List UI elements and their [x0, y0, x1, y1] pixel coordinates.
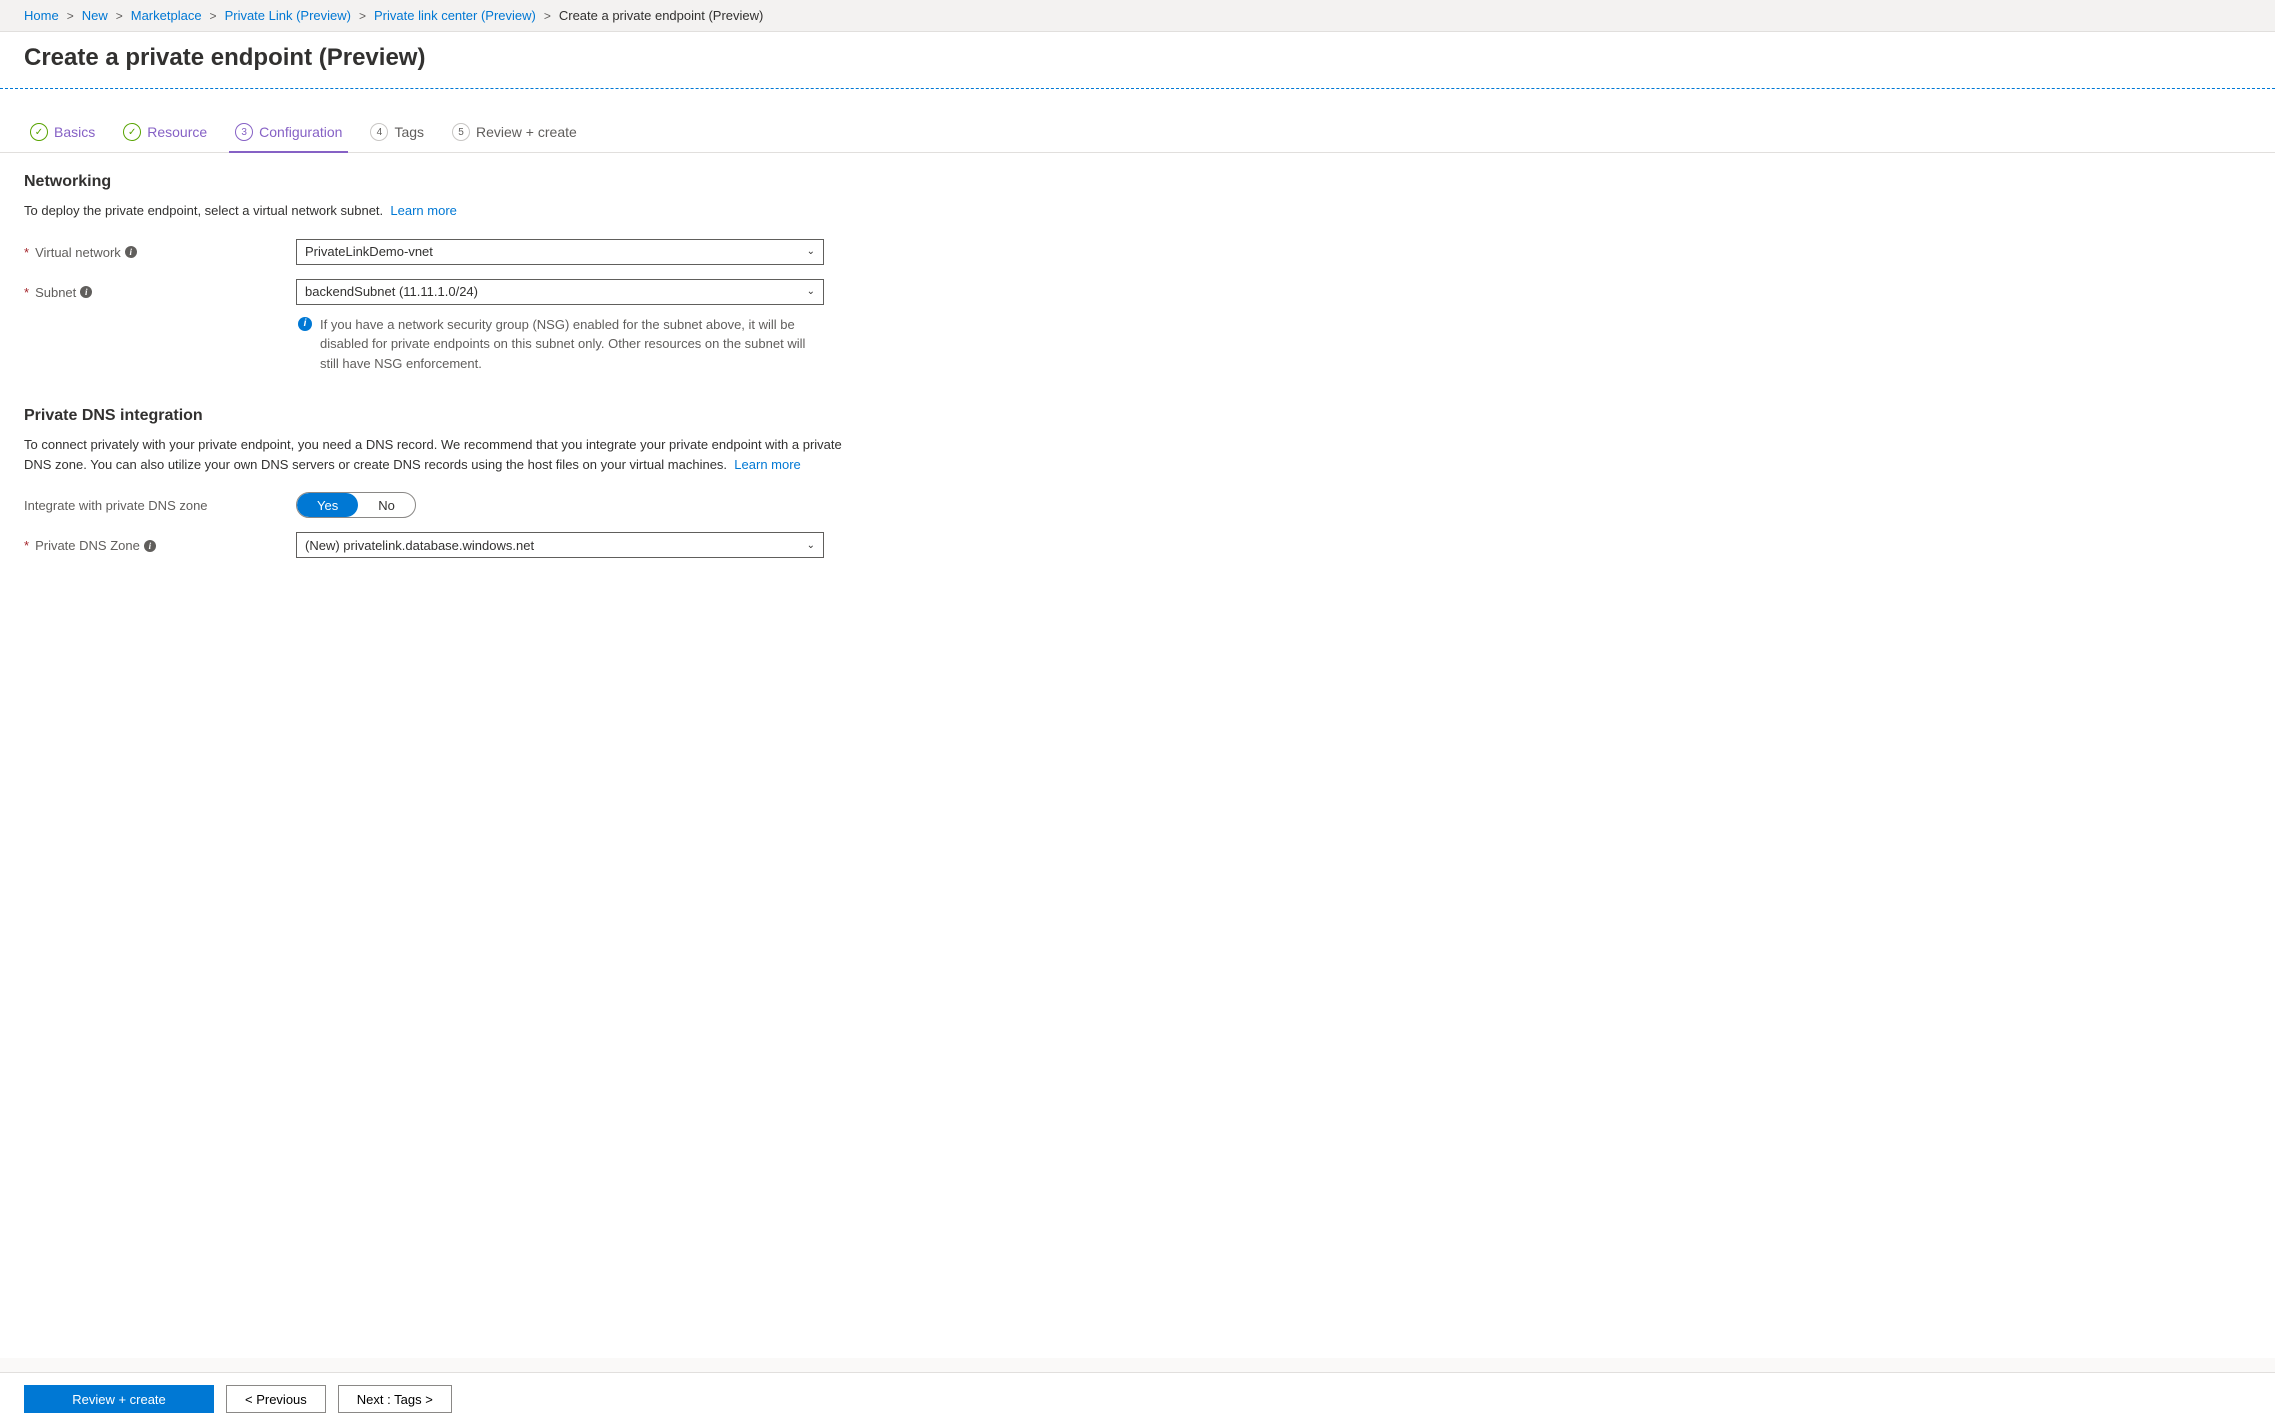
info-icon[interactable]: i — [125, 246, 137, 258]
previous-button[interactable]: < Previous — [226, 1385, 326, 1413]
tab-label: Review + create — [476, 124, 577, 140]
dns-description: To connect privately with your private e… — [24, 435, 844, 474]
networking-section: Networking To deploy the private endpoin… — [0, 153, 900, 373]
vnet-selected-value: PrivateLinkDemo-vnet — [305, 244, 433, 259]
vnet-label: * Virtual network i — [24, 239, 296, 260]
breadcrumb-marketplace[interactable]: Marketplace — [131, 8, 202, 23]
check-icon: ✓ — [123, 123, 141, 141]
chevron-right-icon: > — [210, 9, 217, 23]
dns-section: Private DNS integration To connect priva… — [0, 387, 900, 558]
check-icon: ✓ — [30, 123, 48, 141]
networking-description: To deploy the private endpoint, select a… — [24, 201, 844, 221]
tab-label: Configuration — [259, 124, 342, 140]
footer-actions: Review + create < Previous Next : Tags > — [0, 1372, 2275, 1425]
tab-basics[interactable]: ✓ Basics — [24, 113, 101, 153]
tab-resource[interactable]: ✓ Resource — [117, 113, 213, 153]
integrate-dns-toggle[interactable]: Yes No — [296, 492, 416, 518]
dns-learn-more-link[interactable]: Learn more — [734, 457, 800, 472]
chevron-right-icon: > — [359, 9, 366, 23]
info-icon: i — [298, 317, 312, 331]
tab-review-create[interactable]: 5 Review + create — [446, 113, 583, 153]
step-number-icon: 5 — [452, 123, 470, 141]
subnet-selected-value: backendSubnet (11.11.1.0/24) — [305, 284, 478, 299]
step-number-icon: 4 — [370, 123, 388, 141]
review-create-button[interactable]: Review + create — [24, 1385, 214, 1413]
vnet-select[interactable]: PrivateLinkDemo-vnet ⌄ — [296, 239, 824, 265]
networking-heading: Networking — [24, 173, 876, 191]
chevron-right-icon: > — [67, 9, 74, 23]
tab-label: Resource — [147, 124, 207, 140]
info-icon[interactable]: i — [80, 286, 92, 298]
subnet-label: * Subnet i — [24, 279, 296, 300]
required-indicator: * — [24, 245, 29, 260]
dns-zone-select[interactable]: (New) privatelink.database.windows.net ⌄ — [296, 532, 824, 558]
tab-label: Tags — [394, 124, 424, 140]
subnet-select[interactable]: backendSubnet (11.11.1.0/24) ⌄ — [296, 279, 824, 305]
breadcrumb-new[interactable]: New — [82, 8, 108, 23]
dns-zone-label: * Private DNS Zone i — [24, 532, 296, 553]
chevron-right-icon: > — [116, 9, 123, 23]
required-indicator: * — [24, 285, 29, 300]
subnet-note: i If you have a network security group (… — [296, 315, 806, 374]
chevron-right-icon: > — [544, 9, 551, 23]
tab-label: Basics — [54, 124, 95, 140]
networking-learn-more-link[interactable]: Learn more — [390, 203, 456, 218]
breadcrumb-current: Create a private endpoint (Preview) — [559, 8, 764, 23]
next-button[interactable]: Next : Tags > — [338, 1385, 452, 1413]
tab-configuration[interactable]: 3 Configuration — [229, 113, 348, 153]
breadcrumb: Home > New > Marketplace > Private Link … — [0, 0, 2275, 32]
toggle-no[interactable]: No — [358, 493, 415, 517]
page-title: Create a private endpoint (Preview) — [0, 32, 2275, 88]
integrate-dns-label: Integrate with private DNS zone — [24, 492, 296, 513]
tab-tags[interactable]: 4 Tags — [364, 113, 430, 153]
chevron-down-icon: ⌄ — [807, 540, 815, 551]
breadcrumb-private-link-center[interactable]: Private link center (Preview) — [374, 8, 536, 23]
breadcrumb-home[interactable]: Home — [24, 8, 59, 23]
step-number-icon: 3 — [235, 123, 253, 141]
required-indicator: * — [24, 538, 29, 553]
toggle-yes[interactable]: Yes — [297, 493, 358, 517]
wizard-tabs: ✓ Basics ✓ Resource 3 Configuration 4 Ta… — [0, 113, 2275, 153]
info-icon[interactable]: i — [144, 540, 156, 552]
dns-zone-selected-value: (New) privatelink.database.windows.net — [305, 538, 534, 553]
dns-heading: Private DNS integration — [24, 407, 876, 425]
chevron-down-icon: ⌄ — [807, 246, 815, 257]
chevron-down-icon: ⌄ — [807, 286, 815, 297]
breadcrumb-private-link[interactable]: Private Link (Preview) — [225, 8, 351, 23]
